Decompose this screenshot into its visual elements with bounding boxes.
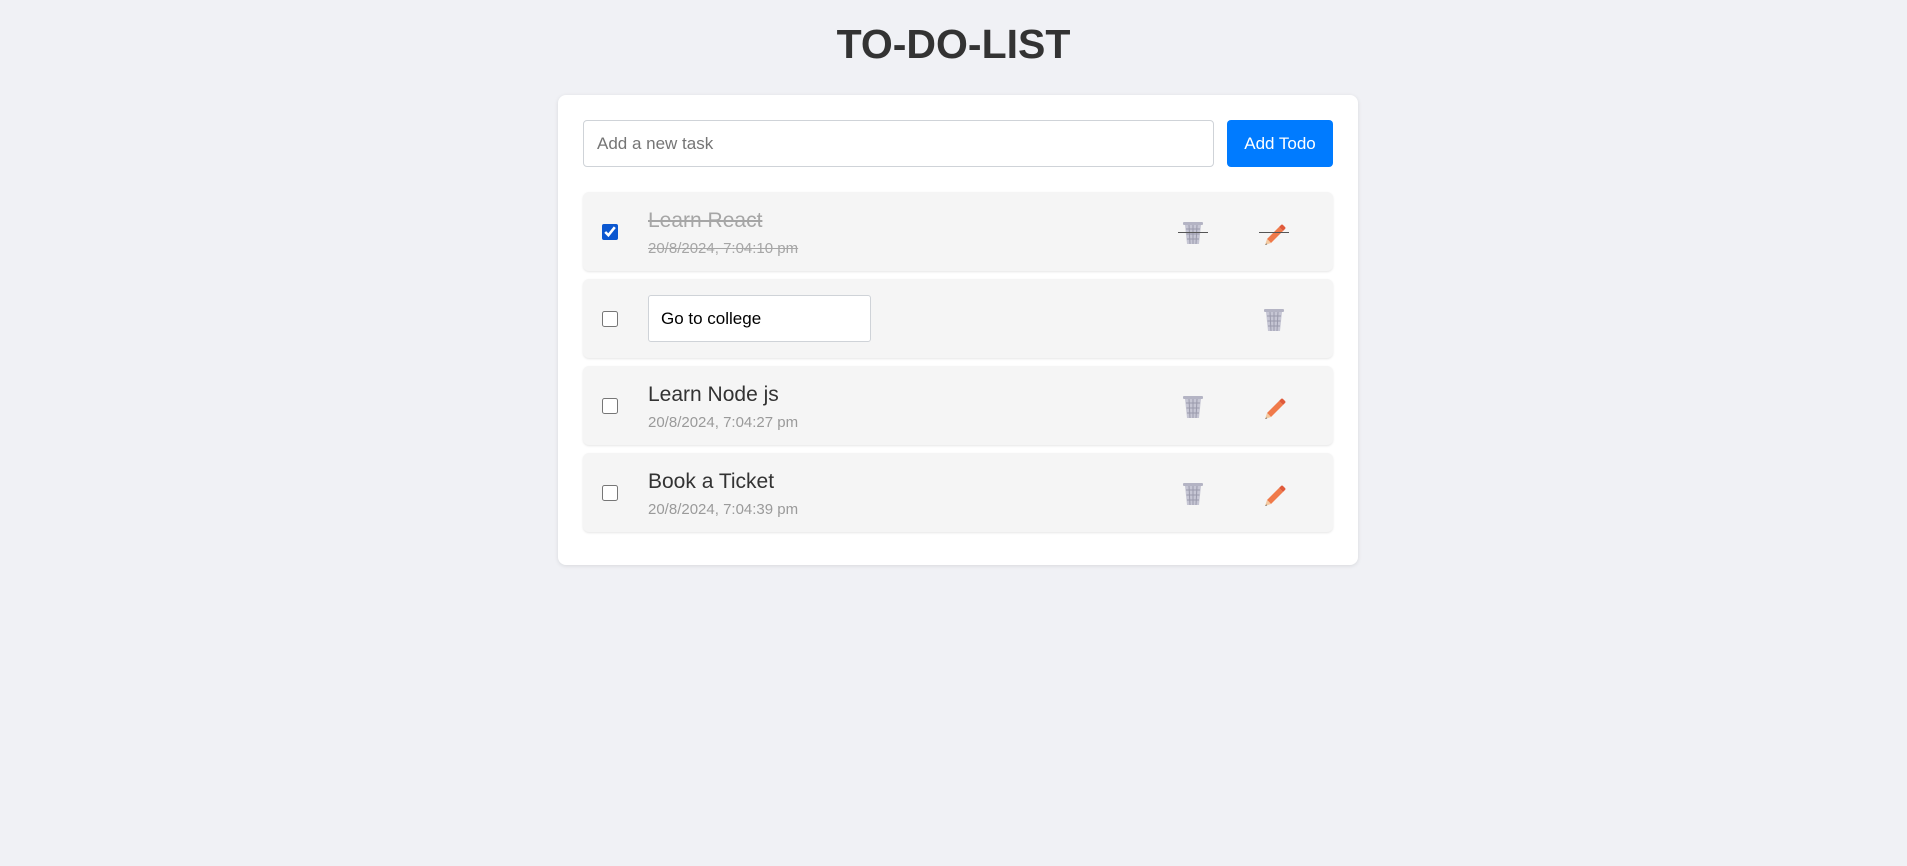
todo-title: Learn Node js	[648, 383, 779, 406]
edit-button[interactable]	[1259, 217, 1289, 247]
delete-button[interactable]	[1178, 217, 1208, 247]
todo-item: Learn React 20/8/2024, 7:04:10 pm	[583, 192, 1333, 271]
delete-button[interactable]	[1259, 304, 1289, 334]
todo-checkbox[interactable]	[602, 224, 618, 240]
edit-todo-input[interactable]	[648, 295, 871, 342]
todo-list: Learn React 20/8/2024, 7:04:10 pm Go to …	[583, 192, 1333, 540]
edit-button[interactable]	[1259, 391, 1289, 421]
pencil-icon	[1265, 485, 1286, 506]
todo-item: Learn Node js 20/8/2024, 7:04:27 pm	[583, 366, 1333, 445]
strikethrough-line	[1178, 232, 1208, 233]
new-task-input[interactable]	[583, 120, 1214, 167]
wastebasket-icon	[1183, 483, 1203, 506]
strikethrough-line	[1259, 232, 1289, 233]
todo-title: Learn React	[648, 209, 763, 232]
todo-card: Add Todo Learn React 20/8/2024, 7:04:10 …	[558, 95, 1358, 565]
todo-checkbox[interactable]	[602, 398, 618, 414]
wastebasket-icon	[1264, 309, 1284, 332]
todo-checkbox[interactable]	[602, 485, 618, 501]
todo-checkbox[interactable]	[602, 311, 618, 327]
todo-title: Book a Ticket	[648, 470, 775, 493]
pencil-icon	[1265, 398, 1286, 419]
todo-timestamp: 20/8/2024, 7:04:27 pm	[648, 414, 799, 431]
todo-timestamp: 20/8/2024, 7:04:39 pm	[648, 501, 799, 518]
delete-button[interactable]	[1178, 391, 1208, 421]
todo-item: Book a Ticket 20/8/2024, 7:04:39 pm	[583, 453, 1333, 532]
delete-button[interactable]	[1178, 478, 1208, 508]
wastebasket-icon	[1183, 396, 1203, 419]
add-todo-form: Add Todo	[583, 120, 1333, 167]
todo-item	[583, 279, 1333, 358]
add-todo-button[interactable]: Add Todo	[1227, 120, 1333, 167]
todo-timestamp: 20/8/2024, 7:04:10 pm	[648, 240, 799, 257]
edit-button[interactable]	[1259, 478, 1289, 508]
page-title: TO-DO-LIST	[836, 21, 1071, 67]
